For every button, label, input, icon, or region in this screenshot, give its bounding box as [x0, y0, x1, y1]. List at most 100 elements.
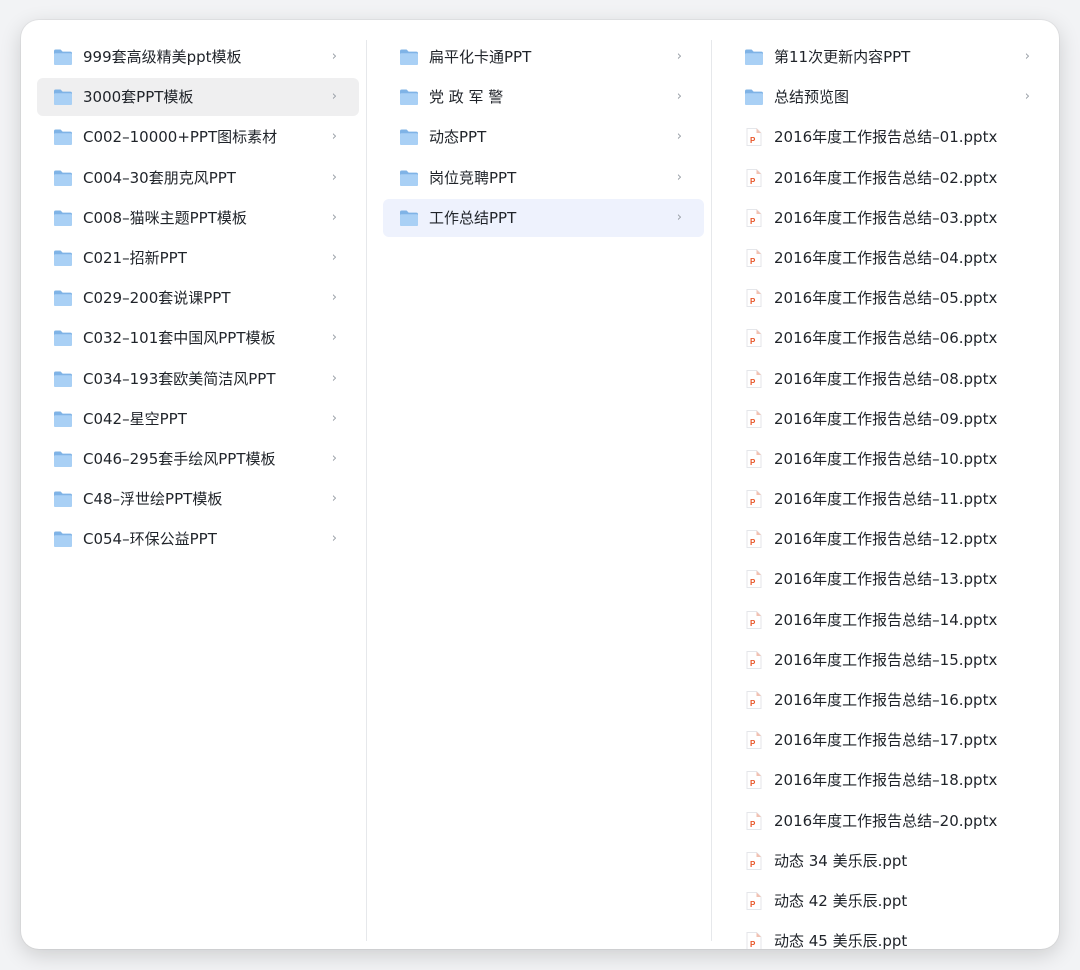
file-row[interactable]: P 2016年度工作报告总结–12.pptx	[728, 520, 1052, 558]
svg-text:P: P	[750, 337, 756, 346]
chevron-right-icon: ›	[331, 49, 337, 64]
folder-row[interactable]: 扁平化卡通PPT ›	[383, 38, 704, 76]
item-label: 3000套PPT模板	[83, 88, 194, 107]
file-row[interactable]: P 2016年度工作报告总结–16.pptx	[728, 681, 1052, 719]
folder-row[interactable]: 工作总结PPT ›	[383, 198, 704, 237]
chevron-right-icon: ›	[331, 209, 337, 225]
folder-row[interactable]: C004–30套朋克风PPT ›	[37, 159, 359, 197]
chevron-right-icon: ›	[676, 89, 682, 105]
file-row[interactable]: P 2016年度工作报告总结–08.pptx	[728, 360, 1052, 398]
file-row[interactable]: P 2016年度工作报告总结–10.pptx	[728, 440, 1052, 478]
file-row[interactable]: P 2016年度工作报告总结–02.pptx	[728, 159, 1052, 197]
chevron-right-icon: ›	[331, 491, 337, 507]
svg-text:P: P	[750, 820, 756, 829]
item-label: 2016年度工作报告总结–15.pptx	[774, 650, 998, 669]
item-label: 扁平化卡通PPT	[429, 48, 532, 66]
file-row[interactable]: P 动态 42 美乐辰.ppt	[728, 882, 1052, 920]
column-1[interactable]: 999套高级精美ppt模板 › 3000套PPT模板 › C002–10000+PPT图…	[21, 20, 366, 949]
item-label: 2016年度工作报告总结–10.pptx	[774, 449, 998, 468]
folder-icon	[53, 209, 73, 227]
file-row[interactable]: P 2016年度工作报告总结–09.pptx	[728, 400, 1052, 438]
svg-text:P: P	[750, 739, 756, 748]
chevron-right-icon: ›	[331, 169, 337, 185]
file-row[interactable]: P 动态 34 美乐辰.ppt	[728, 842, 1052, 880]
file-row[interactable]: P 2016年度工作报告总结–18.pptx	[728, 761, 1052, 799]
column-2-list: 扁平化卡通PPT › 党 政 军 警 › 动态PPT › 岗位竞聘PPT › 工作总结PPT ›	[383, 38, 704, 239]
item-label: C002–10000+PPT图标素材	[83, 128, 278, 147]
svg-text:P: P	[750, 498, 756, 507]
folder-row[interactable]: C032–101套中国风PPT模板 ›	[37, 319, 359, 357]
file-row[interactable]: P 动态 45 美乐辰.ppt	[728, 922, 1052, 949]
svg-text:P: P	[750, 578, 756, 587]
svg-text:P: P	[750, 257, 756, 266]
svg-text:P: P	[750, 177, 756, 186]
item-label: 动态PPT	[429, 128, 487, 147]
file-row[interactable]: P 2016年度工作报告总结–04.pptx	[728, 239, 1052, 277]
item-label: C032–101套中国风PPT模板	[83, 329, 276, 348]
ppt-file-icon: P	[744, 328, 764, 348]
item-label: C021–招新PPT	[83, 248, 187, 267]
folder-icon	[53, 490, 73, 508]
ppt-file-icon: P	[744, 690, 764, 709]
folder-icon	[53, 370, 73, 388]
folder-row[interactable]: C008–猫咪主题PPT模板 ›	[37, 199, 359, 237]
folder-row[interactable]: C48–浮世绘PPT模板 ›	[37, 480, 359, 518]
item-label: 岗位竞聘PPT	[429, 168, 517, 187]
folder-row[interactable]: 3000套PPT模板 ›	[37, 78, 359, 117]
ppt-file-icon: P	[744, 851, 764, 870]
column-2[interactable]: 扁平化卡通PPT › 党 政 军 警 › 动态PPT › 岗位竞聘PPT › 工作总结PPT ›	[367, 20, 711, 949]
folder-row[interactable]: C054–环保公益PPT ›	[37, 520, 359, 558]
folder-icon	[744, 88, 764, 106]
item-label: 999套高级精美ppt模板	[83, 48, 242, 66]
folder-row[interactable]: C034–193套欧美简洁风PPT ›	[37, 360, 359, 398]
file-row[interactable]: P 2016年度工作报告总结–17.pptx	[728, 721, 1052, 759]
folder-row[interactable]: C029–200套说课PPT ›	[37, 279, 359, 317]
file-row[interactable]: P 2016年度工作报告总结–05.pptx	[728, 279, 1052, 317]
chevron-right-icon: ›	[331, 89, 337, 105]
file-row[interactable]: P 2016年度工作报告总结–11.pptx	[728, 480, 1052, 518]
file-row[interactable]: P 2016年度工作报告总结–20.pptx	[728, 802, 1052, 840]
item-label: C042–星空PPT	[83, 409, 187, 428]
file-row[interactable]: P 2016年度工作报告总结–06.pptx	[728, 319, 1052, 357]
folder-row[interactable]: C021–招新PPT ›	[37, 239, 359, 277]
folder-icon	[53, 530, 73, 548]
file-row[interactable]: P 2016年度工作报告总结–14.pptx	[728, 601, 1052, 639]
svg-text:P: P	[750, 538, 756, 547]
item-label: 2016年度工作报告总结–02.pptx	[774, 168, 998, 187]
ppt-file-icon: P	[744, 168, 764, 187]
folder-row[interactable]: 岗位竞聘PPT ›	[383, 159, 704, 197]
folder-row[interactable]: 999套高级精美ppt模板 ›	[37, 38, 359, 76]
folder-row[interactable]: C002–10000+PPT图标素材 ›	[37, 118, 359, 156]
folder-icon	[53, 169, 73, 187]
folder-row[interactable]: C042–星空PPT ›	[37, 400, 359, 438]
folder-icon	[399, 209, 419, 227]
file-row[interactable]: P 2016年度工作报告总结–03.pptx	[728, 199, 1052, 237]
file-row[interactable]: P 2016年度工作报告总结–15.pptx	[728, 641, 1052, 679]
folder-row[interactable]: 总结预览图 ›	[728, 78, 1052, 116]
chevron-right-icon: ›	[676, 49, 682, 64]
folder-row[interactable]: C046–295套手绘风PPT模板 ›	[37, 440, 359, 478]
folder-icon	[744, 48, 764, 66]
item-label: 党 政 军 警	[429, 88, 504, 107]
file-row[interactable]: P 2016年度工作报告总结–13.pptx	[728, 560, 1052, 598]
ppt-file-icon: P	[744, 409, 764, 428]
column-3[interactable]: 第11次更新内容PPT › 总结预览图 › P 2016年度工作报告总结–01.pptx P…	[712, 20, 1059, 949]
folder-icon	[53, 128, 73, 146]
item-label: 动态 45 美乐辰.ppt	[774, 932, 908, 949]
item-label: 2016年度工作报告总结–12.pptx	[774, 530, 998, 549]
svg-text:P: P	[750, 458, 756, 467]
folder-icon	[399, 169, 419, 187]
folder-row[interactable]: 党 政 军 警 ›	[383, 78, 704, 116]
ppt-file-icon: P	[744, 449, 764, 468]
file-row[interactable]: P 2016年度工作报告总结–01.pptx	[728, 118, 1052, 156]
chevron-right-icon: ›	[331, 129, 337, 145]
chevron-right-icon: ›	[331, 370, 337, 386]
ppt-file-icon: P	[744, 248, 764, 267]
folder-icon	[399, 48, 419, 66]
svg-text:P: P	[750, 136, 756, 145]
chevron-right-icon: ›	[331, 531, 337, 547]
chevron-right-icon: ›	[331, 450, 337, 466]
folder-row[interactable]: 第11次更新内容PPT ›	[728, 38, 1052, 76]
item-label: 2016年度工作报告总结–01.pptx	[774, 128, 998, 147]
folder-row[interactable]: 动态PPT ›	[383, 118, 704, 156]
